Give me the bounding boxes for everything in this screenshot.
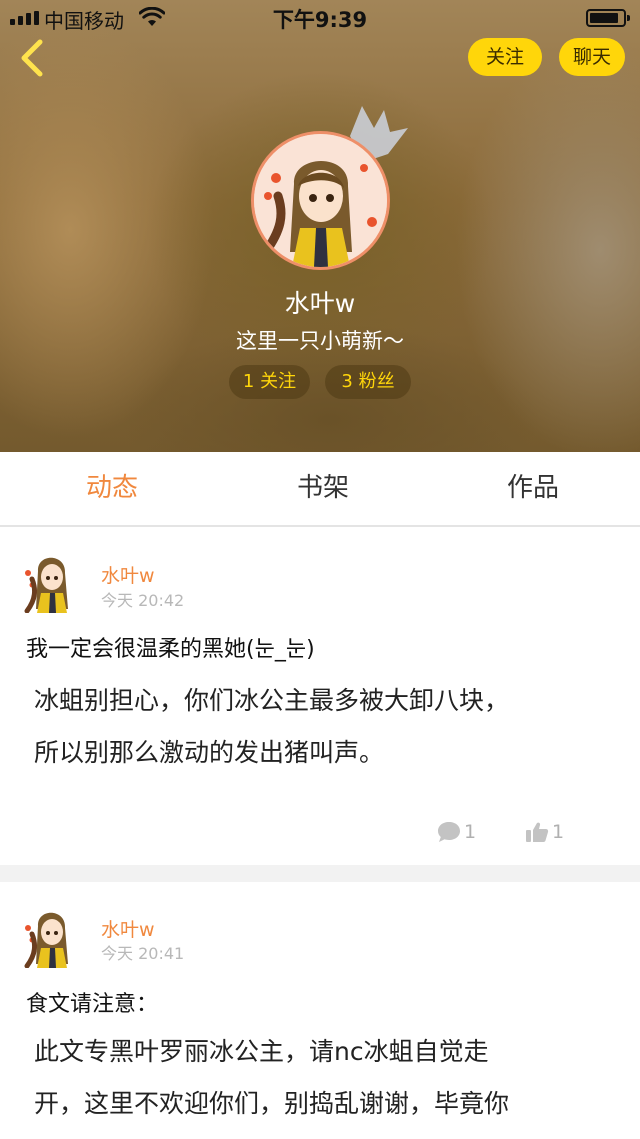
avatar[interactable] [22,549,78,613]
fans-count-button[interactable]: 3 粉丝 [325,365,411,399]
follow-button[interactable]: 关注 [468,38,542,76]
post-author[interactable]: 水叶w [101,561,155,588]
post-title: 食文请注意： [26,992,159,1017]
status-time: 下午9:39 [272,8,368,32]
thumbs-up-icon [526,822,549,842]
post-timestamp: 今天 20:41 [101,944,185,963]
post-actions: 1 1 [0,817,640,847]
feed-post[interactable]: 水叶w 今天 20:42 我一定会很温柔的黑她(눈_눈) 冰蛆别担心，你们冰公主… [0,529,640,865]
post-body-line: 开，这里不欢迎你们，别捣乱谢谢，毕竟你 [34,1089,510,1118]
like-count: 1 [552,821,565,843]
profile-bio: 这里一只小萌新～ [236,329,404,353]
like-button[interactable]: 1 [525,817,564,847]
profile-name: 水叶w [284,289,356,318]
comment-count: 1 [464,821,477,843]
tab-bookshelf[interactable]: 书架 [243,452,403,525]
profile-avatar[interactable] [251,131,390,270]
tab-activity[interactable]: 动态 [32,452,192,525]
avatar[interactable] [22,904,78,968]
battery-icon [586,9,630,27]
post-body: 冰蛆别担心，你们冰公主最多被大卸八块， 所以别那么激动的发出猪叫声。 [34,675,614,779]
post-body-line: 此文专黑叶罗丽冰公主，请nc冰蛆自觉走 [34,1037,489,1066]
status-bar: 中国移动 下午9:39 [0,0,640,36]
feed-post[interactable]: 水叶w 今天 20:41 食文请注意： 此文专黑叶罗丽冰公主，请nc冰蛆自觉走 … [0,882,640,1139]
avatar-illustration [254,134,387,267]
post-body-line: 冰蛆别担心，你们冰公主最多被大卸八块， [34,686,510,715]
post-author[interactable]: 水叶w [101,915,155,942]
chat-button[interactable]: 聊天 [559,38,625,76]
comment-button[interactable]: 1 [437,817,476,847]
profile-header: 中国移动 下午9:39 关注 聊天 水叶w 这里一只小萌新～ 1 关注 3 粉丝 [0,0,640,452]
back-button[interactable] [12,36,52,80]
post-body: 此文专黑叶罗丽冰公主，请nc冰蛆自觉走 开，这里不欢迎你们，别捣乱谢谢，毕竟你 [34,1026,614,1130]
tab-works[interactable]: 作品 [453,452,613,525]
post-timestamp: 今天 20:42 [101,591,185,610]
feed-separator [0,865,640,882]
post-title: 我一定会很温柔的黑她(눈_눈) [26,637,315,662]
comment-bubble-icon [438,822,460,842]
profile-tabs: 动态 书架 作品 [0,452,640,527]
following-count-button[interactable]: 1 关注 [229,365,310,399]
post-body-line: 所以别那么激动的发出猪叫声。 [34,738,385,767]
chevron-left-icon [21,39,43,77]
